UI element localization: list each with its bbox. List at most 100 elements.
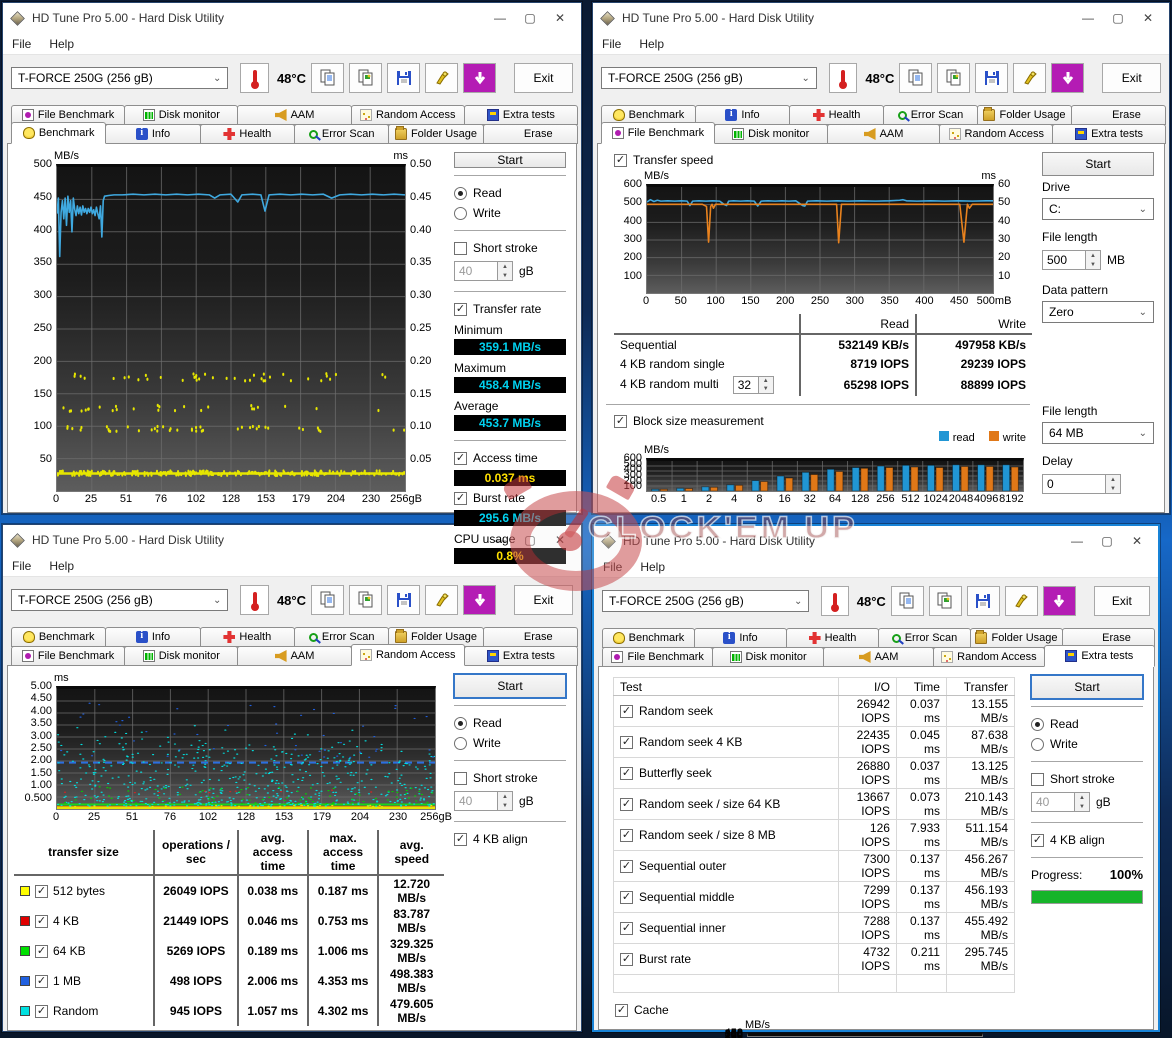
- temperature-icon[interactable]: [240, 585, 269, 615]
- test-checkbox[interactable]: ✓: [620, 705, 633, 718]
- tab-error-scan[interactable]: Error Scan: [878, 628, 971, 648]
- drive-select[interactable]: T-FORCE 250G (256 gB)⌄: [11, 67, 228, 89]
- options-button[interactable]: [425, 585, 458, 615]
- transfer-speed-checkbox[interactable]: ✓Transfer speed: [614, 153, 1032, 167]
- tab-health[interactable]: Health: [200, 627, 295, 647]
- test-checkbox[interactable]: ✓: [620, 829, 633, 842]
- data-pattern-select[interactable]: Zero⌄: [1042, 301, 1154, 323]
- maximize-button[interactable]: ▢: [515, 6, 545, 30]
- menu-help[interactable]: Help: [40, 37, 83, 51]
- series-checkbox[interactable]: ✓: [35, 885, 48, 898]
- thread-count-spinner[interactable]: 32▲▼: [733, 376, 774, 394]
- tab-extra-tests[interactable]: Extra tests: [1044, 645, 1155, 667]
- test-checkbox[interactable]: ✓: [620, 767, 633, 780]
- title-bar[interactable]: HD Tune Pro 5.00 - Hard Disk Utility — ▢…: [594, 526, 1158, 556]
- update-button[interactable]: [463, 63, 496, 93]
- options-button[interactable]: [1013, 63, 1046, 93]
- menu-help[interactable]: Help: [630, 37, 673, 51]
- tab-file-benchmark[interactable]: File Benchmark: [601, 122, 715, 144]
- save-button[interactable]: [387, 585, 420, 615]
- tab-error-scan[interactable]: Error Scan: [294, 124, 389, 144]
- copy-image-button[interactable]: [929, 586, 962, 616]
- tab-erase[interactable]: Erase: [1071, 105, 1166, 125]
- block-file-length-select[interactable]: 64 MB⌄: [1042, 422, 1154, 444]
- start-button[interactable]: Start: [1042, 152, 1154, 176]
- tab-aam[interactable]: AAM: [827, 124, 941, 144]
- read-radio[interactable]: Read: [454, 186, 566, 200]
- update-button[interactable]: [1051, 63, 1084, 93]
- 4kb-align-checkbox[interactable]: ✓4 KB align: [454, 832, 566, 846]
- 4kb-align-checkbox[interactable]: ✓4 KB align: [1031, 833, 1143, 847]
- series-checkbox[interactable]: ✓: [35, 975, 48, 988]
- minimize-button[interactable]: —: [485, 6, 515, 30]
- tab-file-benchmark[interactable]: File Benchmark: [602, 647, 713, 667]
- tab-info[interactable]: Info: [694, 628, 787, 648]
- tab-random-access[interactable]: Random Access: [933, 647, 1044, 667]
- tab-random-access[interactable]: Random Access: [351, 105, 465, 125]
- menu-file[interactable]: File: [3, 559, 40, 573]
- exit-button[interactable]: Exit: [514, 585, 573, 615]
- start-button[interactable]: Start: [454, 674, 566, 698]
- short-stroke-checkbox[interactable]: Short stroke: [1031, 772, 1143, 786]
- tab-info[interactable]: Info: [105, 627, 200, 647]
- read-radio[interactable]: Read: [454, 716, 566, 730]
- test-checkbox[interactable]: ✓: [620, 922, 633, 935]
- delay-spinner[interactable]: 0▲▼: [1042, 474, 1121, 494]
- menu-file[interactable]: File: [594, 560, 631, 574]
- tab-extra-tests[interactable]: Extra tests: [464, 105, 578, 125]
- temperature-icon[interactable]: [821, 586, 848, 616]
- close-button[interactable]: ✕: [545, 6, 575, 30]
- update-button[interactable]: [1043, 586, 1076, 616]
- menu-help[interactable]: Help: [40, 559, 83, 573]
- tab-aam[interactable]: AAM: [237, 646, 351, 666]
- file-length-spinner[interactable]: 500▲▼: [1042, 250, 1101, 270]
- copy-image-button[interactable]: [349, 63, 382, 93]
- tab-erase[interactable]: Erase: [483, 124, 578, 144]
- tab-random-access[interactable]: Random Access: [939, 124, 1053, 144]
- minimize-button[interactable]: —: [1062, 529, 1092, 553]
- write-radio[interactable]: Write: [454, 206, 566, 220]
- short-stroke-checkbox[interactable]: Short stroke: [454, 241, 566, 255]
- read-radio[interactable]: Read: [1031, 717, 1143, 731]
- capacity-spinner[interactable]: 40▲▼: [454, 261, 513, 281]
- update-button[interactable]: [463, 585, 496, 615]
- tab-health[interactable]: Health: [786, 628, 879, 648]
- minimize-button[interactable]: —: [1073, 6, 1103, 30]
- tab-extra-tests[interactable]: Extra tests: [1052, 124, 1166, 144]
- write-radio[interactable]: Write: [454, 736, 566, 750]
- options-button[interactable]: [425, 63, 458, 93]
- short-stroke-checkbox[interactable]: Short stroke: [454, 771, 566, 785]
- burst-rate-checkbox[interactable]: ✓Burst rate: [454, 491, 566, 505]
- tab-file-benchmark[interactable]: File Benchmark: [11, 646, 125, 666]
- tab-folder-usage[interactable]: Folder Usage: [388, 124, 483, 144]
- close-button[interactable]: ✕: [1133, 6, 1163, 30]
- tab-benchmark[interactable]: Benchmark: [11, 122, 106, 144]
- drive-select[interactable]: T-FORCE 250G (256 gB)⌄: [601, 67, 817, 89]
- tab-benchmark[interactable]: Benchmark: [11, 627, 106, 647]
- series-checkbox[interactable]: ✓: [35, 1005, 48, 1018]
- tab-health[interactable]: Health: [200, 124, 295, 144]
- tab-disk-monitor[interactable]: Disk monitor: [714, 124, 828, 144]
- close-button[interactable]: ✕: [1122, 529, 1152, 553]
- test-checkbox[interactable]: ✓: [620, 891, 633, 904]
- tab-disk-monitor[interactable]: Disk monitor: [124, 105, 238, 125]
- test-checkbox[interactable]: ✓: [620, 798, 633, 811]
- test-checkbox[interactable]: ✓: [620, 860, 633, 873]
- transfer-rate-checkbox[interactable]: ✓Transfer rate: [454, 302, 566, 316]
- access-time-checkbox[interactable]: ✓Access time: [454, 451, 566, 465]
- title-bar[interactable]: HD Tune Pro 5.00 - Hard Disk Utility — ▢…: [593, 3, 1169, 33]
- start-button[interactable]: Start: [454, 152, 566, 168]
- menu-help[interactable]: Help: [631, 560, 674, 574]
- save-button[interactable]: [975, 63, 1008, 93]
- copy-text-button[interactable]: [899, 63, 932, 93]
- save-button[interactable]: [967, 586, 1000, 616]
- start-button[interactable]: Start: [1031, 675, 1143, 699]
- maximize-button[interactable]: ▢: [1092, 529, 1122, 553]
- tab-error-scan[interactable]: Error Scan: [883, 105, 978, 125]
- tab-health[interactable]: Health: [789, 105, 884, 125]
- drive-select[interactable]: T-FORCE 250G (256 gB)⌄: [602, 590, 809, 612]
- tab-aam[interactable]: AAM: [823, 647, 934, 667]
- exit-button[interactable]: Exit: [514, 63, 573, 93]
- save-button[interactable]: [387, 63, 420, 93]
- tab-random-access[interactable]: Random Access: [351, 644, 465, 666]
